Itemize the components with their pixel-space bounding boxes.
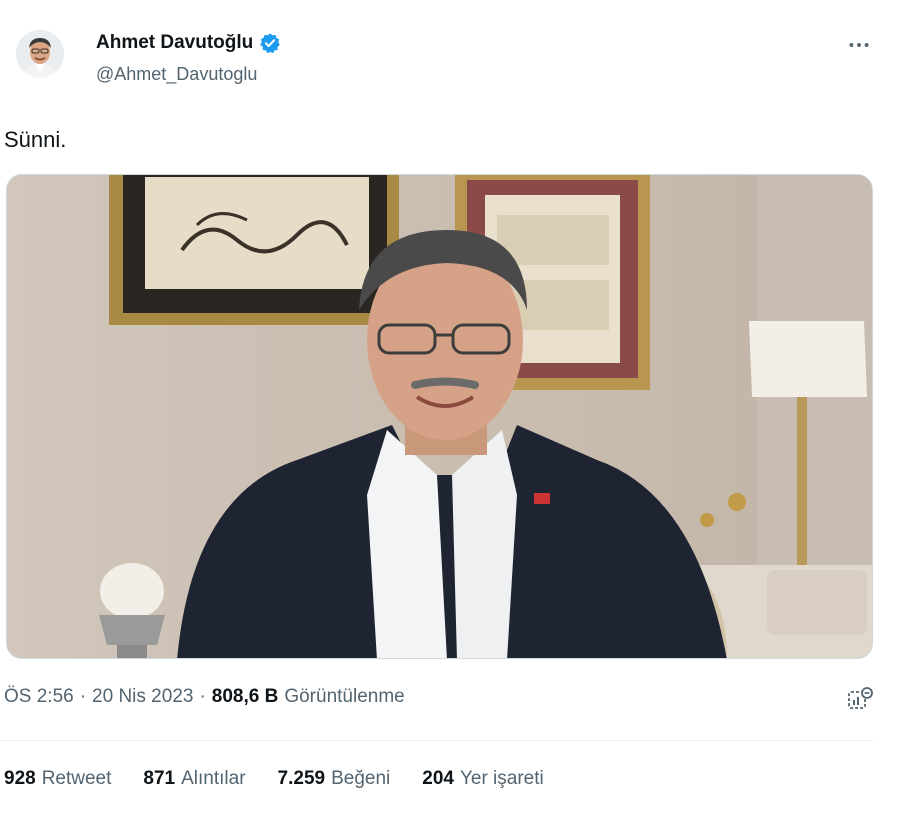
analytics-button[interactable] [846,686,874,714]
divider [0,740,874,741]
author-name-row[interactable]: Ahmet Davutoğlu [96,32,281,54]
meta-separator: · [79,686,87,707]
tweet-time[interactable]: ÖS 2:56 [4,686,74,708]
tweet-text: Sünni. [4,127,67,152]
quotes-stat[interactable]: 871 Alıntılar [143,768,245,790]
calligraphy-frame-left [109,175,399,325]
likes-label: Beğeni [331,768,391,789]
tweet-date[interactable]: 20 Nis 2023 [92,686,193,708]
avatar[interactable] [16,30,64,78]
more-horizontal-icon [849,43,869,47]
quotes-label: Alıntılar [181,768,246,789]
bookmarks-stat[interactable]: 204 Yer işareti [422,768,544,790]
meta-separator: · [199,686,206,707]
retweets-count: 928 [4,768,36,789]
more-options-button[interactable] [846,32,872,64]
views-count: 808,6 B [211,686,279,707]
quotes-count: 871 [143,768,176,789]
analytics-icon [848,687,873,709]
tweet-meta: ÖS 2:56 · 20 Nis 2023 · 808,6 B Görüntül… [4,686,405,708]
retweets-label: Retweet [41,768,112,789]
likes-stat[interactable]: 7.259 Beğeni [278,768,391,790]
author-handle[interactable]: @Ahmet_Davutoglu [96,64,257,85]
retweets-stat[interactable]: 928 Retweet [4,768,111,790]
tweet-stats: 928 Retweet 871 Alıntılar 7.259 Beğeni 2… [4,768,544,790]
likes-count: 7.259 [277,768,326,789]
author-name[interactable]: Ahmet Davutoğlu [96,32,253,54]
views-label: Görüntülenme [284,686,405,707]
bookmarks-label: Yer işareti [459,768,544,789]
bookmarks-count: 204 [422,768,454,789]
tweet-video[interactable] [6,174,873,659]
verified-badge-icon [260,33,281,54]
video-frame [7,175,872,658]
avatar-image [16,30,64,78]
